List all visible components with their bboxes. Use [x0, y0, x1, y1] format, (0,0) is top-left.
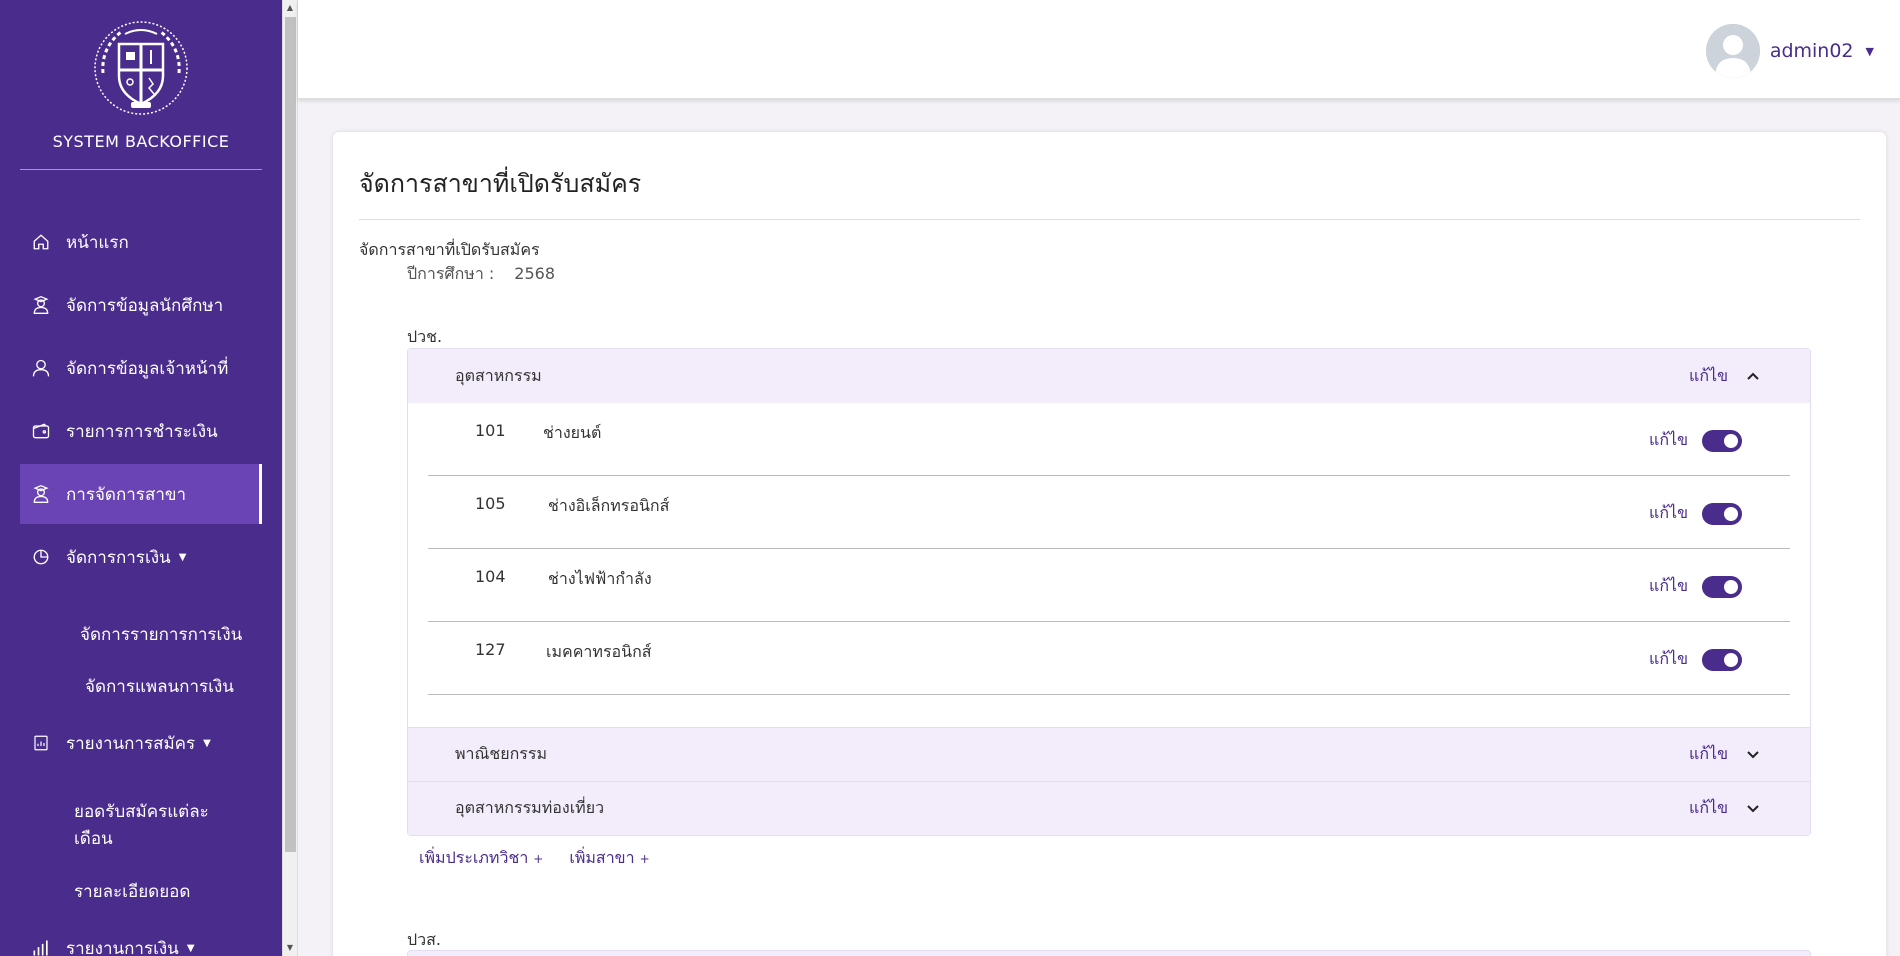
home-icon: [30, 231, 52, 253]
major-name: ช่างอิเล็กทรอนิกส์: [548, 496, 670, 515]
major-row: 105 ช่างอิเล็กทรอนิกส์ แก้ไข: [428, 476, 1790, 549]
sidebar-subitem-monthly[interactable]: ยอดรับสมัครแต่ละเดือน: [74, 799, 234, 853]
edit-category-link[interactable]: แก้ไข: [1689, 796, 1728, 821]
year-value: 2568: [514, 264, 555, 283]
wallet-icon: [30, 420, 52, 442]
add-type-label: เพิ่มประเภทวิชา: [419, 848, 529, 867]
sidebar-item-staff[interactable]: จัดการข้อมูลเจ้าหน้าที่: [20, 338, 262, 398]
edit-category-link[interactable]: แก้ไข: [1689, 364, 1728, 389]
username: admin02: [1769, 40, 1854, 62]
brand-title: SYSTEM BACKOFFICE: [52, 132, 230, 151]
sidebar-item-payments[interactable]: รายการการชำระเงิน: [20, 401, 262, 461]
edit-category-link[interactable]: แก้ไข: [1689, 742, 1728, 767]
sidebar-subitem-finance-items[interactable]: จัดการรายการการเงิน: [80, 621, 242, 648]
year-label: ปีการศึกษา :: [407, 264, 495, 283]
level-label: ปวช.: [407, 327, 443, 346]
caret-down-icon: ▼: [203, 737, 211, 749]
major-enabled-toggle[interactable]: [1702, 575, 1742, 598]
logo: [0, 0, 282, 120]
sidebar: SYSTEM BACKOFFICE หน้าแรก จัดการข้อมูลนั…: [0, 0, 282, 956]
top-bar: admin02 ▼: [298, 0, 1900, 99]
major-row: 127 เมคคาทรอนิกส์ แก้ไข: [428, 622, 1790, 695]
sidebar-item-label: หน้าแรก: [66, 232, 129, 253]
report-icon: [30, 732, 52, 754]
major-enabled-toggle[interactable]: [1702, 502, 1742, 525]
edit-major-link[interactable]: แก้ไข: [1649, 574, 1688, 599]
add-major-label: เพิ่มสาขา: [569, 848, 635, 867]
add-major-button[interactable]: เพิ่มสาขา +: [569, 846, 649, 871]
major-code: 127: [475, 640, 506, 659]
plus-icon: +: [533, 852, 544, 866]
user-menu[interactable]: admin02 ▼: [1705, 24, 1874, 78]
sidebar-item-label: รายงานการเงิน: [66, 938, 179, 956]
pie-chart-icon: [30, 546, 52, 568]
academic-year: ปีการศึกษา : 2568: [407, 262, 555, 287]
category-name: อุตสาหกรรมท่องเที่ยว: [455, 798, 605, 817]
avatar-person-icon: [1705, 24, 1760, 78]
bar-chart-icon: [30, 937, 52, 956]
scroll-down-arrow-icon[interactable]: ▼: [283, 940, 297, 956]
sidebar-divider: [20, 169, 262, 170]
title-divider: [359, 219, 1860, 220]
sidebar-item-finance[interactable]: จัดการการเงิน ▼: [20, 527, 262, 587]
caret-down-icon: ▼: [186, 942, 195, 954]
crest-logo-icon: [94, 21, 188, 115]
category-header[interactable]: อุตสาหกรรม แก้ไข: [408, 349, 1810, 403]
edit-major-link[interactable]: แก้ไข: [1649, 501, 1688, 526]
chevron-down-icon[interactable]: [1746, 748, 1760, 762]
major-row: 104 ช่างไฟฟ้ากำลัง แก้ไข: [428, 549, 1790, 622]
edit-major-link[interactable]: แก้ไข: [1649, 428, 1688, 453]
sidebar-item-label: การจัดการสาขา: [66, 484, 187, 505]
plus-icon: +: [639, 852, 650, 866]
major-name: ช่างยนต์: [543, 423, 602, 442]
add-type-button[interactable]: เพิ่มประเภทวิชา +: [419, 846, 543, 871]
sidebar-item-label: รายการการชำระเงิน: [66, 421, 218, 442]
sidebar-item-students[interactable]: จัดการข้อมูลนักศึกษา: [20, 275, 262, 335]
sidebar-subitem-finance-plans[interactable]: จัดการแพลนการเงิน: [85, 673, 234, 700]
sidebar-scrollbar[interactable]: ▲ ▼: [282, 0, 298, 956]
scrollbar-thumb[interactable]: [285, 17, 296, 852]
major-enabled-toggle[interactable]: [1702, 429, 1742, 452]
category-header[interactable]: อุตสาหกรรมท่องเที่ยว แก้ไข: [408, 781, 1810, 835]
avatar: [1705, 24, 1760, 78]
caret-down-icon: ▼: [178, 551, 187, 563]
add-links: เพิ่มประเภทวิชา + เพิ่มสาขา +: [419, 846, 650, 871]
major-row: 101 ช่างยนต์ แก้ไข: [428, 403, 1790, 476]
category-accordion: อุตสาหกรรม แก้ไข 101 ช่างยนต์ แก้ไข 105 …: [407, 348, 1811, 836]
category-accordion-partial: [407, 950, 1811, 956]
major-code: 105: [475, 494, 506, 513]
caret-down-icon: ▼: [1865, 44, 1874, 58]
sidebar-item-label: จัดการข้อมูลนักศึกษา: [66, 295, 224, 316]
major-name: ช่างไฟฟ้ากำลัง: [548, 569, 652, 588]
user-icon: [30, 357, 52, 379]
sidebar-item-label: จัดการการเงิน: [66, 547, 171, 568]
category-header[interactable]: พาณิชยกรรม แก้ไข: [408, 727, 1810, 781]
sidebar-item-label: รายงานการสมัคร: [66, 733, 196, 754]
major-name: เมคคาทรอนิกส์: [546, 642, 652, 661]
sidebar-subitem-details[interactable]: รายละเอียดยอด: [74, 878, 190, 905]
scroll-up-arrow-icon[interactable]: ▲: [283, 0, 297, 16]
sidebar-nav: หน้าแรก จัดการข้อมูลนักศึกษา จัดการข้อมู…: [0, 212, 282, 587]
major-enabled-toggle[interactable]: [1702, 648, 1742, 671]
student-icon: [30, 483, 52, 505]
major-code: 104: [475, 567, 506, 586]
page-title: จัดการสาขาที่เปิดรับสมัคร: [359, 169, 642, 198]
major-code: 101: [475, 421, 506, 440]
sidebar-item-label: จัดการข้อมูลเจ้าหน้าที่: [66, 358, 229, 379]
student-icon: [30, 294, 52, 316]
sidebar-item-report-finance[interactable]: รายงานการเงิน ▼: [20, 918, 262, 956]
sidebar-item-home[interactable]: หน้าแรก: [20, 212, 262, 272]
category-name: พาณิชยกรรม: [455, 744, 548, 763]
category-body: 101 ช่างยนต์ แก้ไข 105 ช่างอิเล็กทรอนิกส…: [408, 403, 1810, 727]
edit-major-link[interactable]: แก้ไข: [1649, 647, 1688, 672]
sidebar-item-report-apply[interactable]: รายงานการสมัคร ▼: [20, 713, 262, 773]
main-card: จัดการสาขาที่เปิดรับสมัคร จัดการสาขาที่เ…: [333, 132, 1886, 956]
chevron-down-icon[interactable]: [1746, 802, 1760, 816]
category-name: อุตสาหกรรม: [455, 365, 542, 385]
section-title: จัดการสาขาที่เปิดรับสมัคร: [359, 240, 540, 259]
chevron-up-icon[interactable]: [1746, 369, 1760, 383]
sidebar-item-majors[interactable]: การจัดการสาขา: [20, 464, 262, 524]
